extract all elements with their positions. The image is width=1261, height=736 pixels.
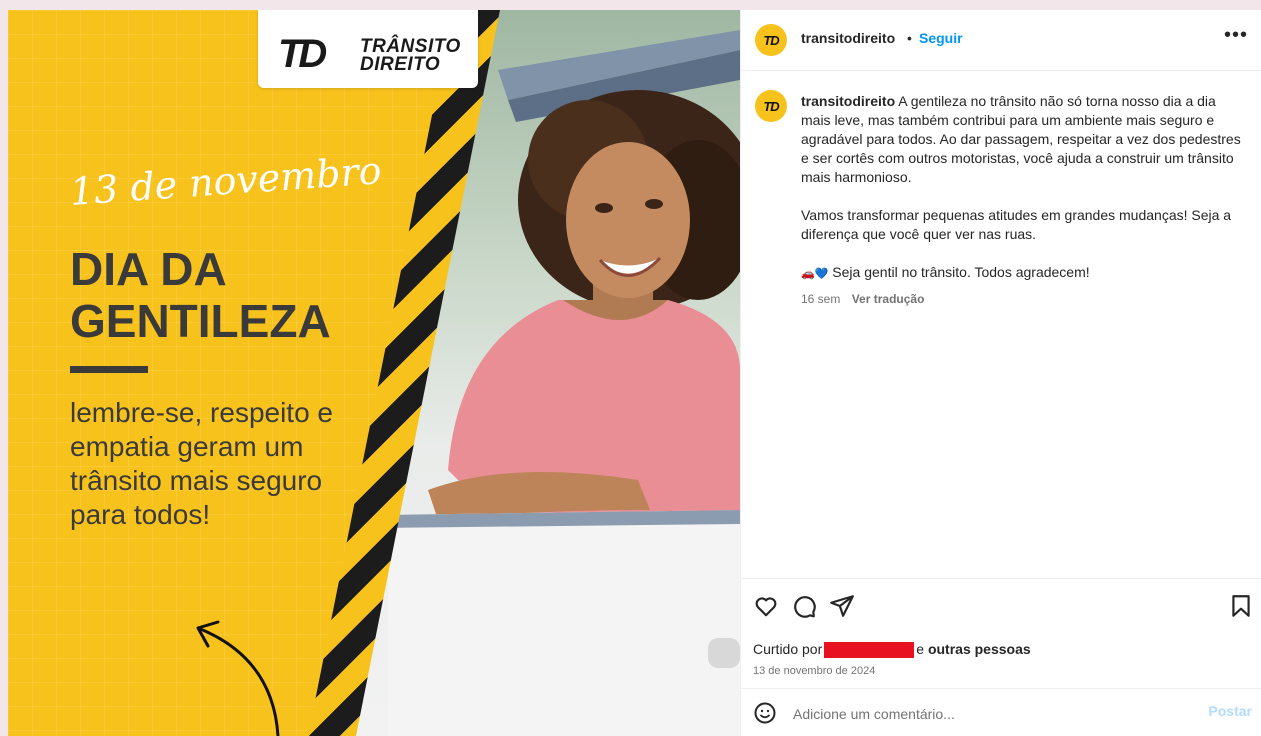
divider-dash	[70, 366, 148, 373]
liked-by-connector: e	[916, 641, 925, 657]
comment-icon[interactable]	[791, 593, 817, 619]
caption-meta: 16 sem Ver tradução	[801, 292, 924, 306]
headline-line1: DIA DA	[70, 243, 227, 295]
logo-mark: TD	[278, 32, 327, 76]
curved-arrow-icon	[196, 620, 280, 736]
post-message: lembre-se, respeito e empatia geram um t…	[70, 397, 334, 530]
header-username[interactable]: transitodireito	[801, 30, 895, 46]
headline-line2: GENTILEZA	[70, 295, 331, 347]
car-heart-emoji-icon: 🚗💙	[801, 268, 829, 280]
caption-paragraph-1: transitodireito A gentileza no trânsito …	[801, 92, 1241, 187]
caption-text-3: Seja gentil no trânsito. Todos agradecem…	[832, 264, 1090, 280]
avatar[interactable]: TD	[755, 24, 787, 56]
caption-paragraph-3: 🚗💙 Seja gentil no trânsito. Todos agrade…	[801, 263, 1241, 284]
logo-text-line2: DIREITO	[360, 54, 441, 75]
separator-dot: •	[907, 30, 912, 46]
more-horizontal-icon[interactable]: •••	[1224, 24, 1248, 47]
caption: transitodireito A gentileza no trânsito …	[801, 92, 1241, 303]
caption-username[interactable]: transitodireito	[801, 93, 895, 109]
post-card: TD TRÂNSITO DIREITO 13 de novembro DIA D…	[8, 10, 1261, 736]
share-icon[interactable]	[829, 593, 855, 619]
post-details-panel: TD transitodireito • Seguir ••• TD trans…	[740, 10, 1261, 736]
liked-by-others-link[interactable]: outras pessoas	[928, 641, 1031, 657]
bookmark-icon[interactable]	[1228, 593, 1254, 619]
comment-input[interactable]	[791, 701, 1175, 727]
post-comment-button[interactable]: Postar	[1208, 703, 1252, 719]
post-age: 16 sem	[801, 292, 841, 306]
heart-icon[interactable]	[753, 593, 779, 619]
redacted-username[interactable]	[824, 642, 915, 659]
emoji-icon[interactable]	[753, 701, 777, 725]
post-header: TD transitodireito • Seguir •••	[741, 10, 1261, 71]
likes-summary: Curtido por e outras pessoas	[753, 641, 1031, 659]
caption-paragraph-2: Vamos transformar pequenas atitudes em g…	[801, 207, 1232, 242]
caption-avatar[interactable]: TD	[755, 90, 787, 122]
brand-logo: TD TRÂNSITO DIREITO	[258, 10, 478, 88]
follow-button[interactable]: Seguir	[919, 30, 963, 46]
liked-by-prefix: Curtido por	[753, 641, 823, 657]
translate-link[interactable]: Ver tradução	[852, 292, 925, 306]
post-image[interactable]: TD TRÂNSITO DIREITO 13 de novembro DIA D…	[8, 10, 740, 736]
post-date: 13 de novembro de 2024	[753, 665, 876, 677]
comment-bar: Postar	[741, 688, 1261, 736]
